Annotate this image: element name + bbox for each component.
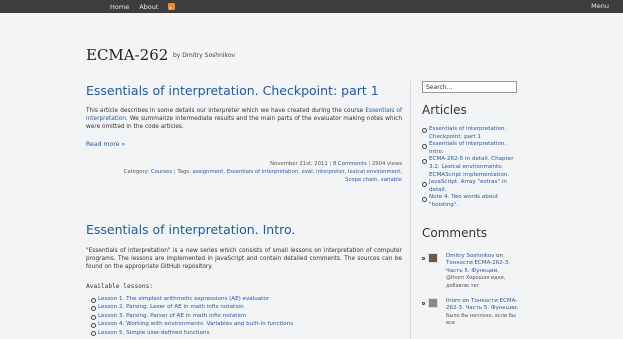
post-excerpt-text: This article describes in some details o…	[86, 108, 366, 114]
articles-list: Essentials of interpretation. Checkpoint…	[422, 126, 522, 210]
articles-heading: Articles	[422, 103, 467, 117]
tag-link[interactable]: Essentials of interpretation	[227, 169, 298, 175]
lesson-link[interactable]: Lesson 3. Parsing. Parser of AE in math …	[98, 313, 246, 319]
sidebar-divider	[410, 81, 411, 339]
article-link[interactable]: Essentials of interpretation. Checkpoint…	[429, 126, 506, 140]
tag-link[interactable]: variable	[381, 177, 402, 183]
rss-icon[interactable]	[168, 3, 176, 10]
top-navigation-bar: Home About Menu	[0, 0, 623, 13]
tag-link[interactable]: eval	[302, 169, 313, 175]
recent-comment: Dmitry Soshnikov on Тонкости ECMA-262-3.…	[422, 253, 522, 290]
avatar	[428, 253, 438, 263]
list-item: Lesson 1. The simplest arithmetic expres…	[91, 295, 391, 304]
list-item: JavaScript. Array "extras" in detail.	[422, 179, 522, 194]
comment-author[interactable]: Dmitry Soshnikov	[446, 253, 494, 259]
top-nav-links: Home About	[110, 0, 176, 13]
comments-count-link[interactable]: 8 Comments	[333, 161, 367, 167]
comments-heading: Comments	[422, 226, 488, 240]
list-item: Essentials of interpretation. Intro.	[422, 141, 522, 156]
post-meta-line-3: Scope chain, variable	[345, 177, 402, 183]
comment-on: on	[496, 253, 503, 259]
list-item: Lesson 3. Parsing. Parser of AE in math …	[91, 312, 391, 320]
blog-title[interactable]: ECMA-262	[86, 46, 168, 64]
category-link[interactable]: Courses	[151, 169, 172, 175]
bullet-icon	[422, 302, 425, 305]
post-date: November 21st, 2011	[270, 161, 328, 167]
article-link[interactable]: JavaScript. Array "extras" in detail.	[429, 179, 507, 193]
post-meta-line-2: Category: Courses | Tags: assignment, Es…	[123, 169, 402, 175]
comment-on: on	[462, 298, 470, 304]
read-more-link[interactable]: Read more »	[86, 141, 125, 148]
post-title-intro[interactable]: Essentials of interpretation. Intro.	[86, 222, 295, 237]
avatar	[428, 298, 438, 308]
list-item: Essentials of interpretation. Checkpoint…	[422, 126, 522, 141]
comment-excerpt: @thorn Хорошая идея, добавлю тег.	[446, 275, 506, 289]
recent-comment: thorn on Тонкости ECMA-262-3. Часть 5. Ф…	[422, 298, 522, 328]
lesson-link[interactable]: Lesson 5. Simple user-defined functions	[98, 330, 209, 336]
comment-target-link[interactable]: Тонкости ECMA-262-3. Часть 5. Функции.	[446, 260, 510, 273]
list-item: Lesson 4. Working with environments. Var…	[91, 320, 391, 329]
menu-button[interactable]: Menu	[591, 0, 609, 13]
article-link[interactable]: Note 4. Two words about "hoisting".	[429, 194, 498, 208]
comment-excerpt: Было бы неплохо, если бы все	[446, 312, 516, 327]
tag-link[interactable]: Scope chain	[345, 177, 377, 183]
tag-link[interactable]: assignment	[193, 169, 224, 175]
tag-link[interactable]: interpreter	[316, 169, 345, 175]
post-excerpt-text-end: . We summarize intermediate results and …	[86, 116, 402, 131]
tags-label: Tags:	[177, 169, 191, 175]
list-item: Note 4. Two words about "hoisting".	[422, 194, 522, 209]
lessons-list: Lesson 1. The simplest arithmetic expres…	[91, 295, 391, 337]
category-label: Category:	[123, 169, 150, 175]
list-item: Lesson 5. Simple user-defined functions	[91, 329, 391, 337]
available-lessons-heading: Available lessons:	[86, 283, 154, 290]
blog-byline: by Dmitry Soshnikov	[173, 52, 236, 59]
comment-author[interactable]: thorn	[446, 298, 461, 304]
bullet-icon	[422, 257, 425, 260]
nav-home-link[interactable]: Home	[110, 3, 129, 11]
post-title-checkpoint[interactable]: Essentials of interpretation. Checkpoint…	[86, 83, 379, 98]
search-input[interactable]	[422, 81, 517, 93]
list-item: ECMA-262-5 in detail. Chapter 3.2. Lexic…	[422, 156, 522, 179]
lesson-link[interactable]: Lesson 2. Parsing. Lexer of AE in math i…	[98, 304, 244, 310]
post-intro-excerpt: "Essentials of interpretation" is a new …	[86, 248, 402, 271]
tag-link[interactable]: lexical environment	[348, 169, 400, 175]
comment-body: thorn on Тонкости ECMA-262-3. Часть 5. Ф…	[446, 298, 522, 328]
article-link[interactable]: Essentials of interpretation. Intro.	[429, 141, 506, 155]
lesson-link[interactable]: Lesson 4. Working with environments. Var…	[98, 321, 293, 327]
post-meta-line-1: November 21st, 2011 | 8 Comments | 2904 …	[270, 161, 402, 167]
lesson-link[interactable]: Lesson 1. The simplest arithmetic expres…	[98, 296, 269, 302]
nav-about-link[interactable]: About	[139, 3, 158, 11]
post-meta: November 21st, 2011 | 8 Comments | 2904 …	[124, 160, 402, 184]
list-item: Lesson 2. Parsing. Lexer of AE in math i…	[91, 303, 391, 312]
comment-body: Dmitry Soshnikov on Тонкости ECMA-262-3.…	[446, 253, 522, 290]
views-count: 2904 views	[371, 161, 402, 167]
post-excerpt: This article describes in some details o…	[86, 107, 402, 132]
article-link[interactable]: ECMA-262-5 in detail. Chapter 3.2. Lexic…	[429, 156, 514, 177]
